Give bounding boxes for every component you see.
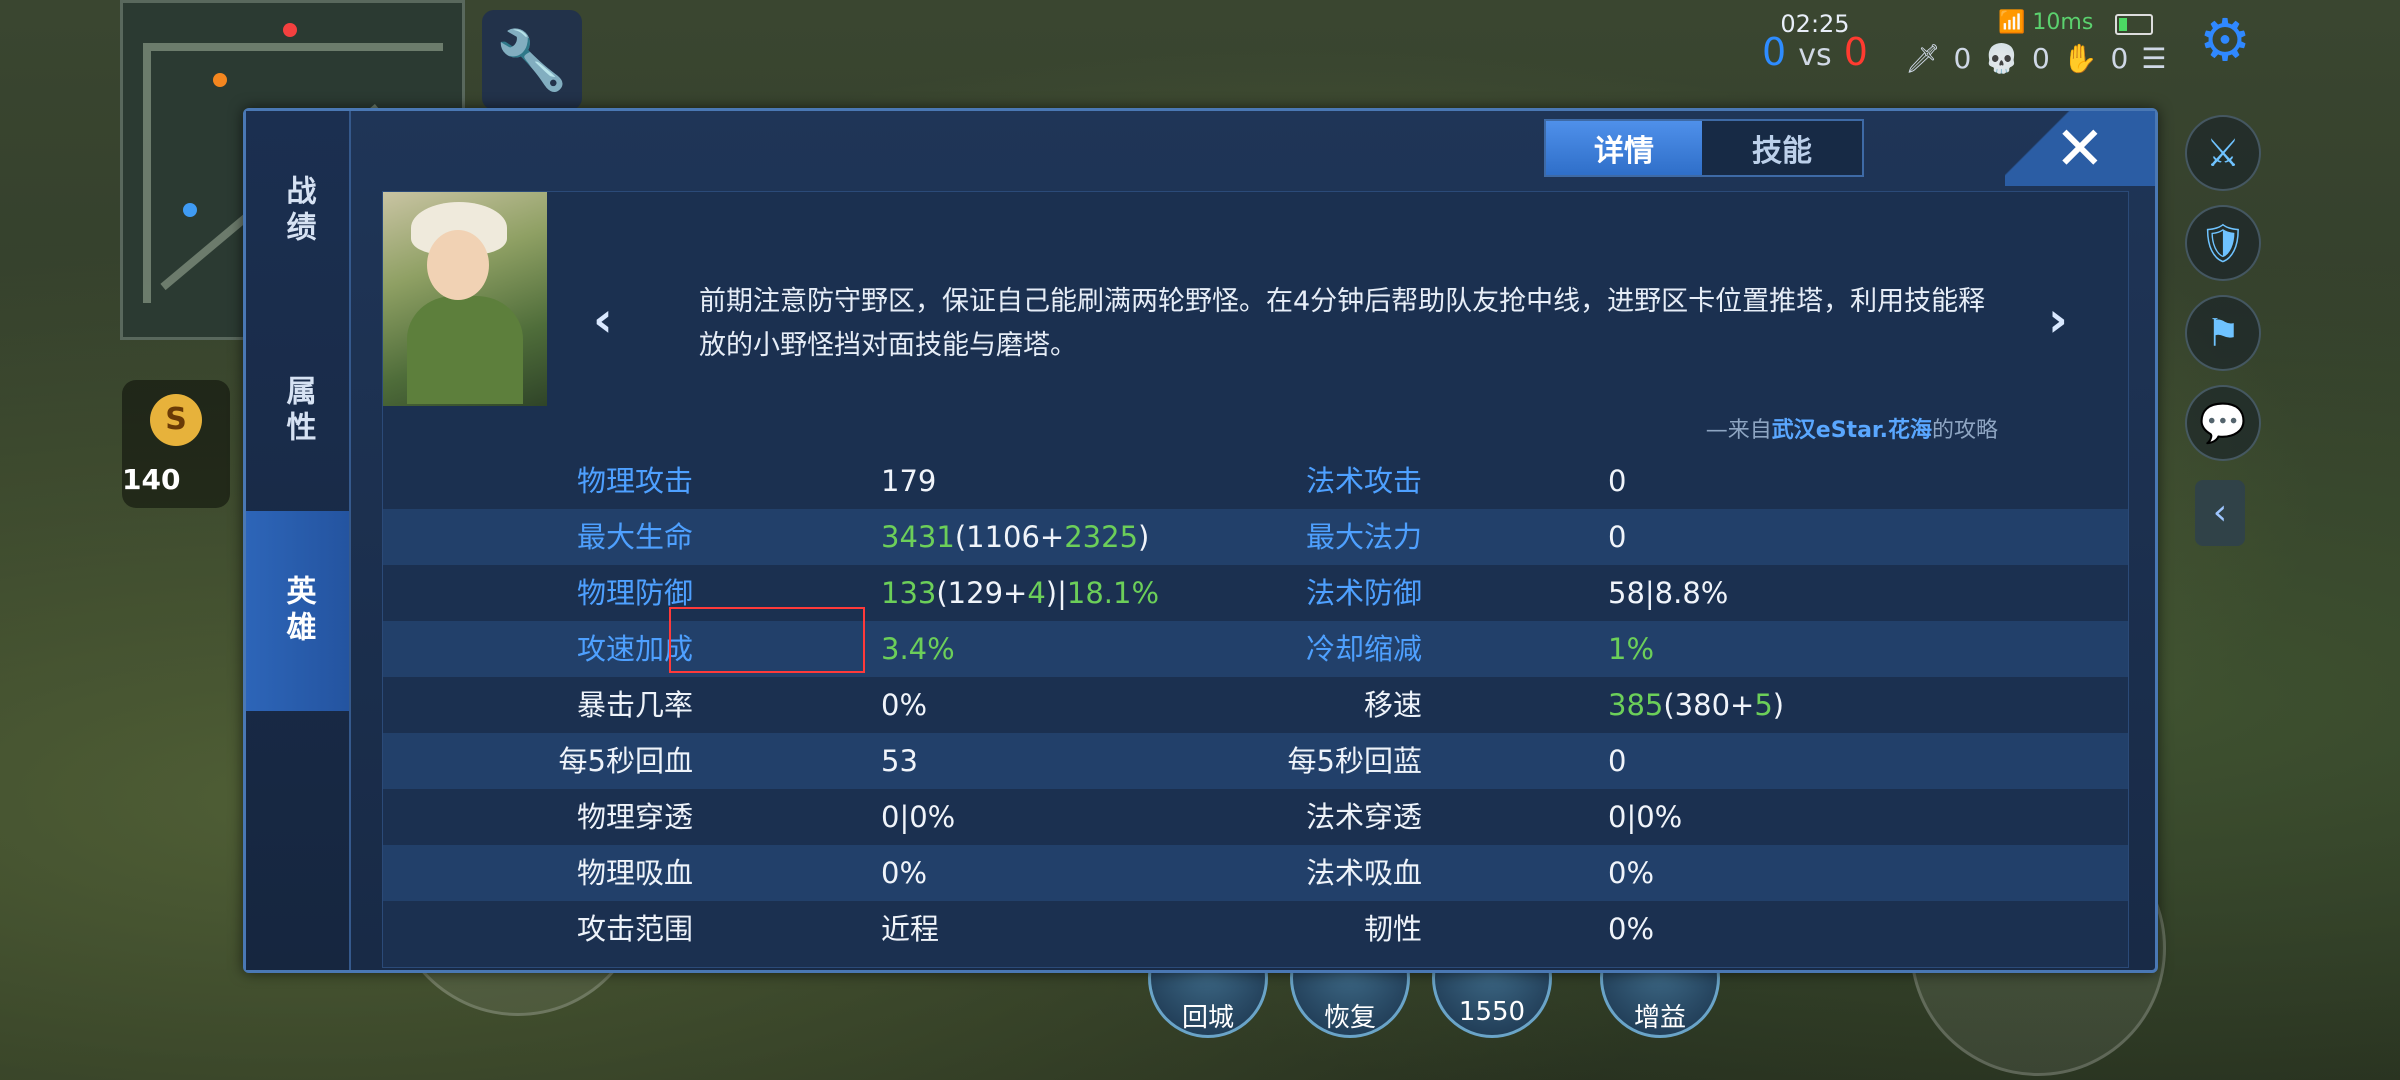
tab-attributes[interactable]: 属性 xyxy=(246,311,349,511)
stat-row: 每5秒回血 53 每5秒回蓝 0 xyxy=(383,733,2128,789)
wifi-icon: 📶 xyxy=(1998,10,2026,35)
detail-tab-bar: 详情 技能 xyxy=(1544,119,1864,177)
blue-score: 0 xyxy=(1762,30,1787,74)
stat-value: 0% xyxy=(1608,856,1655,890)
stat-value: 0 xyxy=(1608,520,1627,554)
buff-label: 增益 xyxy=(1633,1003,1686,1033)
attack-signal-icon[interactable]: ⚔ xyxy=(2185,115,2261,191)
deaths-value: 0 xyxy=(2031,42,2052,75)
ping-value: 10ms xyxy=(2032,10,2094,35)
source-suffix: 的攻略 xyxy=(1931,418,1998,443)
tab-hero[interactable]: 英雄 xyxy=(246,511,349,711)
chat-icon[interactable]: 💬 xyxy=(2185,385,2261,461)
stat-row: 最大生命 3431(1106+2325) 最大法力 0 xyxy=(383,509,2128,565)
chevron-right-icon[interactable]: › xyxy=(2048,292,2068,348)
stat-label: 最大生命 xyxy=(576,520,693,554)
stat-row: 暴击几率 0% 移速 385(380+5) xyxy=(383,677,2128,733)
source-author: 武汉eStar.花海 xyxy=(1771,418,1932,443)
shop-button[interactable]: S 140 xyxy=(122,380,230,508)
stat-value: 0% xyxy=(881,688,928,722)
hand-icon: ✋ xyxy=(2062,42,2100,75)
ally-tower-icon xyxy=(183,203,197,217)
stat-label: 冷却缩减 xyxy=(1305,632,1422,666)
stat-row: 攻击范围 近程 韧性 0% xyxy=(383,901,2128,957)
stat-value: 0 xyxy=(1608,744,1627,778)
stat-label: 物理防御 xyxy=(576,576,693,610)
close-button[interactable]: ✕ xyxy=(2005,111,2155,186)
stat-label: 最大法力 xyxy=(1305,520,1422,554)
chevron-left-icon[interactable]: ‹ xyxy=(593,292,613,348)
stat-value: 1% xyxy=(1608,632,1655,666)
enemy-marker-icon xyxy=(213,73,227,87)
assists-value: 0 xyxy=(2110,42,2131,75)
stat-value: 58|8.8% xyxy=(1608,576,1729,610)
stat-value: 53 xyxy=(881,744,918,778)
gear-icon[interactable]: ⚙ xyxy=(2190,5,2260,75)
hero-portrait xyxy=(383,192,547,406)
red-score: 0 xyxy=(1843,30,1868,74)
kda-display[interactable]: 🗡 0 💀 0 ✋ 0 ☰ xyxy=(1905,42,2168,75)
stat-value: 385(380+5) xyxy=(1608,688,1785,722)
skull-icon: 💀 xyxy=(1984,42,2022,75)
hero-detail-content: ‹ › 前期注意防守野区，保证自己能刷满两轮野怪。在4分钟后帮助队友抢中线，进野… xyxy=(382,191,2129,968)
stat-value: 0% xyxy=(881,856,928,890)
stat-label: 法术吸血 xyxy=(1305,856,1422,890)
stat-label: 暴击几率 xyxy=(576,688,693,722)
highlight-box xyxy=(669,607,865,673)
stat-label: 物理穿透 xyxy=(576,800,693,834)
wrench-icon[interactable]: 🔧 xyxy=(482,10,582,110)
strategy-description: 前期注意防守野区，保证自己能刷满两轮野怪。在4分钟后帮助队友抢中线，进野区卡位置… xyxy=(699,286,1986,361)
close-icon: ✕ xyxy=(2054,113,2105,184)
recall-label: 回城 xyxy=(1181,1003,1234,1033)
team-score: 0 vs 0 xyxy=(1745,30,1885,74)
stat-value: 179 xyxy=(881,464,937,498)
heal-label: 恢复 xyxy=(1323,1003,1376,1033)
stat-label: 攻速加成 xyxy=(576,632,693,666)
stat-row: 攻速加成 3.4% 冷却缩减 1% xyxy=(383,621,2128,677)
stat-label: 法术防御 xyxy=(1305,576,1422,610)
stat-label: 法术攻击 xyxy=(1305,464,1422,498)
stat-value: 0 xyxy=(1608,464,1627,498)
stat-label: 移速 xyxy=(1363,688,1422,722)
list-icon: ☰ xyxy=(2141,42,2169,75)
stat-label: 攻击范围 xyxy=(576,912,693,946)
stat-value: 3.4% xyxy=(881,632,955,666)
vs-label: vs xyxy=(1798,38,1832,73)
gather-signal-icon[interactable]: ⚑ xyxy=(2185,295,2261,371)
stat-label: 每5秒回血 xyxy=(558,744,693,778)
item-cost: 1550 xyxy=(1458,997,1526,1027)
stat-value: 133(129+4)|18.1% xyxy=(881,576,1160,610)
side-tab-bar: 战绩 属性 英雄 xyxy=(246,111,351,970)
stat-row: 物理穿透 0|0% 法术穿透 0|0% xyxy=(383,789,2128,845)
stat-row: 物理防御 133(129+4)|18.1% 法术防御 58|8.8% xyxy=(383,565,2128,621)
stat-value: 0% xyxy=(1608,912,1655,946)
chevron-left-icon[interactable]: ‹ xyxy=(2195,480,2245,546)
retreat-signal-icon[interactable]: 🛡 xyxy=(2185,205,2261,281)
enemy-tower-icon xyxy=(283,23,297,37)
stat-label: 物理攻击 xyxy=(576,464,693,498)
kills-value: 0 xyxy=(1953,42,1974,75)
battery-icon xyxy=(2115,14,2153,35)
stat-value: 0|0% xyxy=(881,800,956,834)
stat-value: 3431(1106+2325) xyxy=(881,520,1150,554)
ping-indicator: 📶 10ms xyxy=(1998,10,2093,35)
stat-label: 每5秒回蓝 xyxy=(1287,744,1422,778)
stat-row: 物理吸血 0% 法术吸血 0% xyxy=(383,845,2128,901)
stat-value: 近程 xyxy=(881,912,940,946)
stat-value: 0|0% xyxy=(1608,800,1683,834)
strategy-source: —来自武汉eStar.花海的攻略 xyxy=(1706,412,1998,444)
hero-info-panel: 战绩 属性 英雄 详情 技能 ✕ ‹ › 前期注意防守野区，保证自己能刷满两轮野… xyxy=(243,108,2158,973)
tab-details[interactable]: 详情 xyxy=(1546,121,1702,175)
tab-skills[interactable]: 技能 xyxy=(1704,121,1860,175)
stat-label: 物理吸血 xyxy=(576,856,693,890)
source-prefix: —来自 xyxy=(1705,418,1772,443)
stat-label: 韧性 xyxy=(1363,912,1422,946)
gold-coin-icon: S xyxy=(150,394,202,446)
stat-row: 物理攻击 179 法术攻击 0 xyxy=(383,453,2128,509)
sword-icon: 🗡 xyxy=(1905,42,1943,75)
stat-label: 法术穿透 xyxy=(1305,800,1422,834)
tab-stats[interactable]: 战绩 xyxy=(246,111,349,311)
gold-amount: 140 xyxy=(122,463,181,496)
